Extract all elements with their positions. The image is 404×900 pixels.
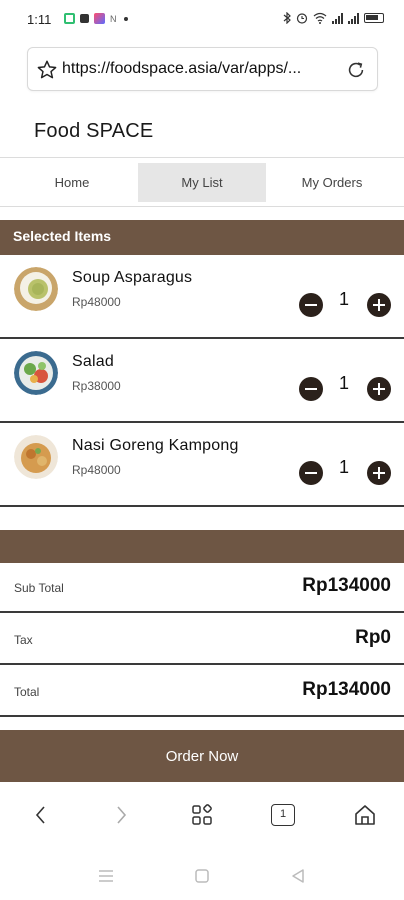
- list-item: Nasi Goreng Kampong Rp48000 1: [0, 423, 404, 507]
- system-back-icon[interactable]: [288, 866, 308, 886]
- address-bar[interactable]: https://foodspace.asia/var/apps/...: [27, 47, 378, 91]
- battery-icon: [364, 13, 384, 23]
- bluetooth-icon: [283, 12, 291, 24]
- quantity-value: 1: [338, 289, 349, 309]
- subtotal-label: Sub Total: [14, 581, 64, 595]
- quantity-value: 1: [338, 373, 349, 393]
- decrease-quantity-button[interactable]: [299, 461, 323, 485]
- system-navigation-bar: [0, 860, 404, 892]
- back-icon[interactable]: [28, 802, 54, 828]
- nav-tabs: Home My List My Orders: [0, 163, 404, 202]
- order-now-button[interactable]: Order Now: [0, 730, 404, 782]
- more-notifications-dot-icon: [123, 16, 128, 21]
- tab-my-orders[interactable]: My Orders: [268, 163, 396, 202]
- list-item: Soup Asparagus Rp48000 1: [0, 255, 404, 339]
- total-label: Total: [14, 685, 40, 699]
- item-name: Salad: [72, 353, 114, 370]
- summary-header-bar: [0, 530, 404, 563]
- soup-image: [14, 267, 58, 311]
- item-price: Rp48000: [72, 295, 121, 309]
- recent-apps-icon[interactable]: [96, 866, 116, 886]
- system-home-icon[interactable]: [192, 866, 212, 886]
- increase-quantity-button[interactable]: [367, 377, 391, 401]
- reload-icon[interactable]: [345, 59, 367, 81]
- total-value: Rp134000: [302, 679, 391, 700]
- notification-icons: N: [64, 13, 128, 24]
- bookmark-star-icon[interactable]: [36, 59, 58, 81]
- decrease-quantity-button[interactable]: [299, 377, 323, 401]
- header-divider: [0, 157, 404, 158]
- signal-icon: [332, 12, 343, 24]
- list-item: Salad Rp38000 1: [0, 339, 404, 423]
- app-notification-icon: [94, 13, 105, 24]
- nasi-goreng-image: [14, 435, 58, 479]
- app-title: Food SPACE: [34, 120, 154, 142]
- salad-image: [14, 351, 58, 395]
- status-bar: 1:11 N: [0, 0, 404, 40]
- notification-letter: N: [110, 13, 117, 24]
- section-title: Selected Items: [13, 228, 112, 244]
- forward-icon[interactable]: [108, 802, 134, 828]
- increase-quantity-button[interactable]: [367, 293, 391, 317]
- selected-items-header: Selected Items: [0, 220, 404, 255]
- apps-grid-icon[interactable]: [189, 802, 215, 828]
- item-name: Soup Asparagus: [72, 269, 193, 286]
- tax-row: Tax Rp0: [0, 615, 404, 665]
- app-notification-icon: [80, 14, 89, 23]
- item-price: Rp38000: [72, 379, 121, 393]
- tax-value: Rp0: [355, 627, 391, 648]
- signal-icon: [348, 12, 359, 24]
- system-status-icons: [283, 12, 384, 24]
- item-price: Rp48000: [72, 463, 121, 477]
- subtotal-row: Sub Total Rp134000: [0, 563, 404, 613]
- quantity-value: 1: [338, 457, 349, 477]
- subtotal-value: Rp134000: [302, 575, 391, 596]
- tax-label: Tax: [14, 633, 33, 647]
- app-notification-icon: [64, 13, 75, 24]
- browser-toolbar: 1: [0, 792, 404, 838]
- tabs-divider: [0, 206, 404, 207]
- alarm-icon: [296, 13, 308, 24]
- tabs-switcher-icon[interactable]: 1: [271, 804, 295, 826]
- total-row: Total Rp134000: [0, 667, 404, 717]
- tab-home[interactable]: Home: [8, 163, 136, 202]
- wifi-icon: [313, 12, 327, 24]
- item-name: Nasi Goreng Kampong: [72, 437, 239, 454]
- tab-my-list[interactable]: My List: [138, 163, 266, 202]
- status-time: 1:11: [27, 12, 52, 27]
- url-text[interactable]: https://foodspace.asia/var/apps/...: [62, 60, 301, 78]
- increase-quantity-button[interactable]: [367, 461, 391, 485]
- home-icon[interactable]: [352, 802, 378, 828]
- decrease-quantity-button[interactable]: [299, 293, 323, 317]
